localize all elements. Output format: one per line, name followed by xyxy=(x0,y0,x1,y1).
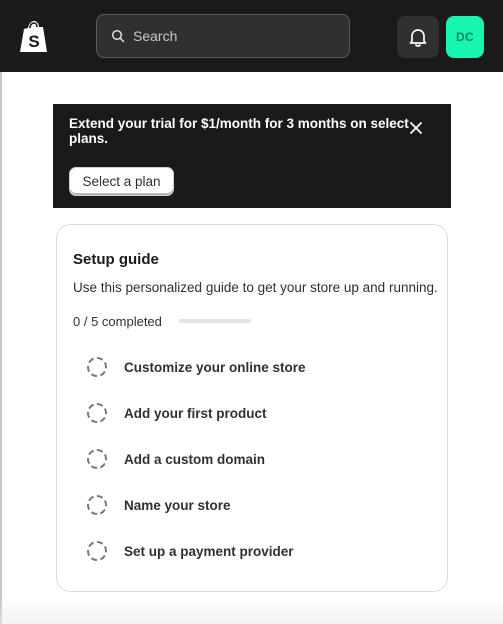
setup-guide-description: Use this personalized guide to get your … xyxy=(73,280,438,295)
progress-text: 0 / 5 completed xyxy=(73,314,162,329)
setup-guide-title: Setup guide xyxy=(73,251,159,268)
setup-guide-card: Setup guide Use this personalized guide … xyxy=(56,224,448,592)
setup-step-add-product[interactable]: Add your first product xyxy=(87,399,417,427)
setup-step-label: Add your first product xyxy=(124,405,267,421)
setup-step-label: Name your store xyxy=(124,497,231,513)
setup-step-payment-provider[interactable]: Set up a payment provider xyxy=(87,537,417,565)
avatar[interactable]: DC xyxy=(446,16,484,58)
setup-step-custom-domain[interactable]: Add a custom domain xyxy=(87,445,417,473)
divider xyxy=(0,72,2,624)
banner-message: Extend your trial for $1/month for 3 mon… xyxy=(69,116,409,146)
progress-bar xyxy=(179,319,251,323)
incomplete-circle-icon[interactable] xyxy=(87,541,107,561)
setup-step-label: Customize your online store xyxy=(124,359,306,375)
bell-icon xyxy=(409,29,427,47)
select-plan-button[interactable]: Select a plan xyxy=(69,167,174,196)
setup-step-label: Set up a payment provider xyxy=(124,543,294,559)
trial-banner: Extend your trial for $1/month for 3 mon… xyxy=(53,104,451,208)
search-input[interactable] xyxy=(133,28,349,44)
setup-step-customize-store[interactable]: Customize your online store xyxy=(87,353,417,381)
setup-step-name-store[interactable]: Name your store xyxy=(87,491,417,519)
search-icon xyxy=(111,29,125,43)
bottom-shadow xyxy=(0,598,503,624)
search-bar[interactable] xyxy=(96,14,350,58)
top-bar: S DC xyxy=(0,0,503,72)
setup-step-label: Add a custom domain xyxy=(124,451,266,467)
notifications-button[interactable] xyxy=(397,16,439,58)
incomplete-circle-icon[interactable] xyxy=(87,403,107,423)
incomplete-circle-icon[interactable] xyxy=(87,357,107,377)
incomplete-circle-icon[interactable] xyxy=(87,495,107,515)
svg-text:S: S xyxy=(28,32,39,51)
close-icon[interactable] xyxy=(409,121,423,135)
shopify-logo-icon[interactable]: S xyxy=(18,20,50,54)
incomplete-circle-icon[interactable] xyxy=(87,449,107,469)
